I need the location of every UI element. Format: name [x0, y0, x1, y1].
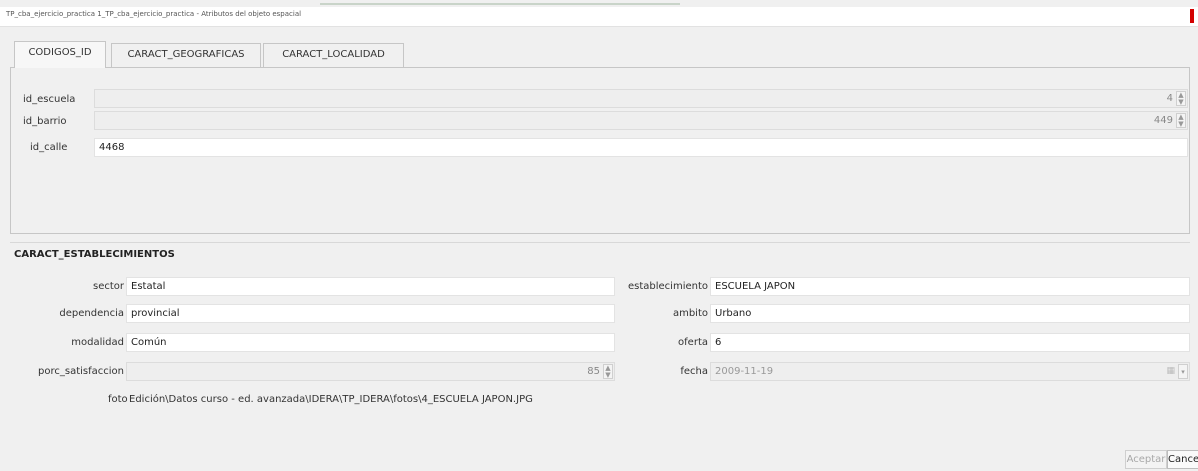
- ambito-label: ambito: [672, 308, 708, 319]
- id-escuela-value: 4: [1166, 93, 1173, 104]
- id-barrio-value: 449: [1153, 115, 1173, 126]
- section-title: CARACT_ESTABLECIMIENTOS: [14, 249, 175, 260]
- fecha-label: fecha: [680, 366, 708, 377]
- modalidad-field[interactable]: Común: [126, 333, 615, 352]
- id-escuela-spinbox[interactable]: 4 ▲ ▼: [94, 89, 1188, 108]
- porc-satisfaccion-spinbox[interactable]: 85 ▲ ▼: [126, 362, 615, 381]
- foto-label: foto: [108, 394, 128, 405]
- section-divider: [10, 242, 1190, 243]
- id-calle-label: id_calle: [30, 142, 68, 153]
- dependencia-field[interactable]: provincial: [126, 304, 615, 323]
- top-divider: [320, 3, 680, 5]
- id-calle-field[interactable]: 4468: [94, 138, 1188, 157]
- dependencia-label: dependencia: [59, 308, 124, 319]
- ambito-field[interactable]: Urbano: [710, 304, 1190, 323]
- modalidad-label: modalidad: [71, 337, 124, 348]
- window-title: TP_cba_ejercicio_practica 1_TP_cba_ejerc…: [6, 10, 302, 18]
- fecha-datepicker[interactable]: 2009-11-19 ▦ ▾: [710, 362, 1190, 381]
- close-icon[interactable]: [1190, 9, 1194, 23]
- establecimiento-field[interactable]: ESCUELA JAPON: [710, 277, 1190, 296]
- oferta-label: oferta: [678, 337, 708, 348]
- spin-arrows-icon[interactable]: ▲ ▼: [1176, 113, 1186, 128]
- tab-codigos-id[interactable]: CODIGOS_ID: [14, 41, 106, 68]
- cancel-button[interactable]: Cancelar: [1167, 450, 1198, 469]
- porc-satisfaccion-label: porc_satisfaccion: [38, 366, 124, 377]
- id-barrio-label: id_barrio: [23, 116, 67, 127]
- fecha-value: 2009-11-19: [715, 366, 774, 377]
- dropdown-arrow-icon[interactable]: ▾: [1178, 364, 1188, 379]
- spin-arrows-icon[interactable]: ▲ ▼: [1176, 91, 1186, 106]
- sector-label: sector: [92, 281, 124, 292]
- establecimiento-label: establecimiento: [627, 281, 708, 292]
- accept-button[interactable]: Aceptar: [1125, 450, 1167, 469]
- sector-field[interactable]: Estatal: [126, 277, 615, 296]
- tab-caract-geograficas[interactable]: CARACT_GEOGRAFICAS: [111, 43, 261, 67]
- id-escuela-label: id_escuela: [23, 94, 76, 105]
- foto-path[interactable]: Edición\Datos curso - ed. avanzada\IDERA…: [129, 394, 533, 405]
- calendar-icon[interactable]: ▦: [1166, 363, 1175, 380]
- id-barrio-spinbox[interactable]: 449 ▲ ▼: [94, 111, 1188, 130]
- oferta-field[interactable]: 6: [710, 333, 1190, 352]
- porc-satisfaccion-value: 85: [587, 366, 600, 377]
- tab-caract-localidad[interactable]: CARACT_LOCALIDAD: [263, 43, 404, 67]
